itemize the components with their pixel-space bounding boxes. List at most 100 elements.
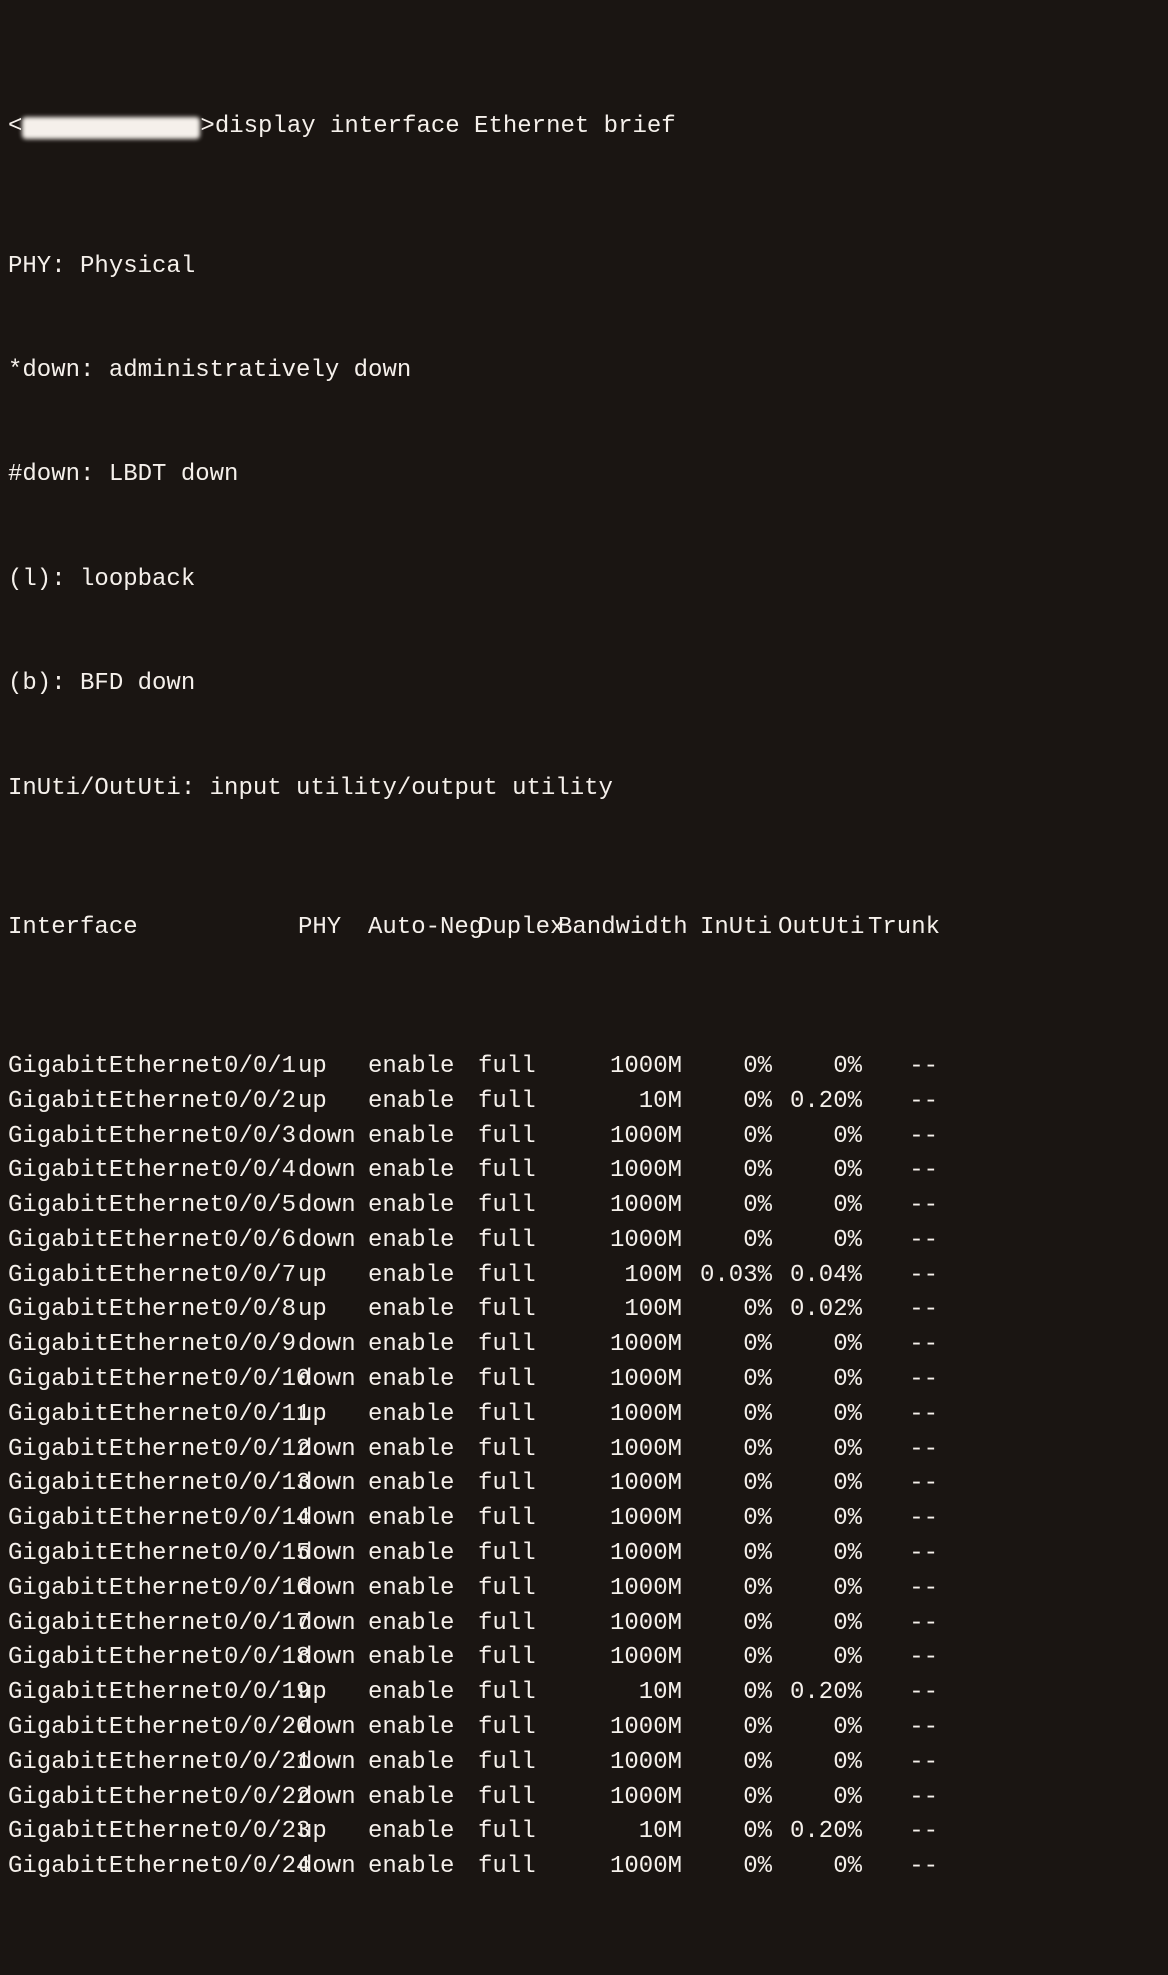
cell-bandwidth: 10M bbox=[558, 1676, 688, 1711]
cell-inuti: 0% bbox=[688, 1154, 778, 1189]
cell-phy: down bbox=[298, 1572, 368, 1607]
cell-phy: down bbox=[298, 1433, 368, 1468]
cell-interface: GigabitEthernet0/0/22 bbox=[8, 1781, 298, 1816]
cell-interface: GigabitEthernet0/0/3 bbox=[8, 1120, 298, 1155]
table-header-row: Interface PHY Auto-Neg Duplex Bandwidth … bbox=[8, 911, 1160, 946]
legend-lbdt-down: #down: LBDT down bbox=[8, 458, 1160, 493]
cell-phy: up bbox=[298, 1293, 368, 1328]
cell-phy: up bbox=[298, 1676, 368, 1711]
cell-auto-neg: enable bbox=[368, 1224, 478, 1259]
cell-duplex: full bbox=[478, 1572, 558, 1607]
cell-auto-neg: enable bbox=[368, 1328, 478, 1363]
cell-bandwidth: 1000M bbox=[558, 1398, 688, 1433]
cell-duplex: full bbox=[478, 1328, 558, 1363]
col-header-duplex: Duplex bbox=[478, 911, 558, 946]
cell-auto-neg: enable bbox=[368, 1189, 478, 1224]
cell-phy: down bbox=[298, 1120, 368, 1155]
cell-phy: up bbox=[298, 1398, 368, 1433]
cell-phy: down bbox=[298, 1502, 368, 1537]
table-row: GigabitEthernet0/0/14downenablefull1000M… bbox=[8, 1502, 1160, 1537]
cell-duplex: full bbox=[478, 1676, 558, 1711]
cell-bandwidth: 1000M bbox=[558, 1850, 688, 1885]
cell-interface: GigabitEthernet0/0/18 bbox=[8, 1641, 298, 1676]
cell-interface: GigabitEthernet0/0/9 bbox=[8, 1328, 298, 1363]
col-header-phy: PHY bbox=[298, 911, 368, 946]
legend-bfd-down: (b): BFD down bbox=[8, 667, 1160, 702]
legend-utility: InUti/OutUti: input utility/output utili… bbox=[8, 772, 1160, 807]
cell-inuti: 0% bbox=[688, 1085, 778, 1120]
cell-duplex: full bbox=[478, 1502, 558, 1537]
cell-phy: down bbox=[298, 1746, 368, 1781]
cell-duplex: full bbox=[478, 1224, 558, 1259]
cell-bandwidth: 100M bbox=[558, 1293, 688, 1328]
cell-auto-neg: enable bbox=[368, 1363, 478, 1398]
table-row: GigabitEthernet0/0/8upenablefull100M0%0.… bbox=[8, 1293, 1160, 1328]
cell-duplex: full bbox=[478, 1363, 558, 1398]
cell-trunk: -- bbox=[868, 1781, 938, 1816]
table-row: GigabitEthernet0/0/11upenablefull1000M0%… bbox=[8, 1398, 1160, 1433]
cell-phy: down bbox=[298, 1537, 368, 1572]
cell-trunk: -- bbox=[868, 1398, 938, 1433]
cell-oututi: 0% bbox=[778, 1502, 868, 1537]
cell-bandwidth: 1000M bbox=[558, 1502, 688, 1537]
cell-bandwidth: 1000M bbox=[558, 1537, 688, 1572]
legend-phy: PHY: Physical bbox=[8, 250, 1160, 285]
cell-duplex: full bbox=[478, 1850, 558, 1885]
table-row: GigabitEthernet0/0/20downenablefull1000M… bbox=[8, 1711, 1160, 1746]
cell-auto-neg: enable bbox=[368, 1746, 478, 1781]
cell-auto-neg: enable bbox=[368, 1259, 478, 1294]
cell-auto-neg: enable bbox=[368, 1815, 478, 1850]
cell-inuti: 0% bbox=[688, 1224, 778, 1259]
cell-duplex: full bbox=[478, 1259, 558, 1294]
cell-bandwidth: 1000M bbox=[558, 1050, 688, 1085]
table-row: GigabitEthernet0/0/18downenablefull1000M… bbox=[8, 1641, 1160, 1676]
cell-auto-neg: enable bbox=[368, 1120, 478, 1155]
cell-bandwidth: 1000M bbox=[558, 1572, 688, 1607]
cell-oututi: 0.20% bbox=[778, 1085, 868, 1120]
cell-bandwidth: 1000M bbox=[558, 1641, 688, 1676]
cell-duplex: full bbox=[478, 1641, 558, 1676]
cell-interface: GigabitEthernet0/0/10 bbox=[8, 1363, 298, 1398]
cell-bandwidth: 10M bbox=[558, 1815, 688, 1850]
cell-inuti: 0% bbox=[688, 1781, 778, 1816]
col-header-bandwidth: Bandwidth bbox=[558, 911, 688, 946]
cell-phy: down bbox=[298, 1224, 368, 1259]
cell-interface: GigabitEthernet0/0/5 bbox=[8, 1189, 298, 1224]
cell-auto-neg: enable bbox=[368, 1050, 478, 1085]
cell-phy: down bbox=[298, 1850, 368, 1885]
cell-bandwidth: 1000M bbox=[558, 1363, 688, 1398]
cell-interface: GigabitEthernet0/0/13 bbox=[8, 1467, 298, 1502]
cell-inuti: 0% bbox=[688, 1433, 778, 1468]
cell-trunk: -- bbox=[868, 1328, 938, 1363]
cell-oututi: 0% bbox=[778, 1328, 868, 1363]
cell-inuti: 0% bbox=[688, 1328, 778, 1363]
cell-interface: GigabitEthernet0/0/21 bbox=[8, 1746, 298, 1781]
cell-interface: GigabitEthernet0/0/16 bbox=[8, 1572, 298, 1607]
terminal-output: <>display interface Ethernet brief PHY: … bbox=[0, 0, 1168, 1975]
cell-auto-neg: enable bbox=[368, 1711, 478, 1746]
cell-duplex: full bbox=[478, 1154, 558, 1189]
cell-interface: GigabitEthernet0/0/19 bbox=[8, 1676, 298, 1711]
cell-duplex: full bbox=[478, 1746, 558, 1781]
cell-phy: up bbox=[298, 1050, 368, 1085]
cell-auto-neg: enable bbox=[368, 1085, 478, 1120]
cell-trunk: -- bbox=[868, 1293, 938, 1328]
table-body: GigabitEthernet0/0/1upenablefull1000M0%0… bbox=[8, 1050, 1160, 1885]
cell-interface: GigabitEthernet0/0/4 bbox=[8, 1154, 298, 1189]
cell-trunk: -- bbox=[868, 1363, 938, 1398]
cell-bandwidth: 1000M bbox=[558, 1154, 688, 1189]
cell-trunk: -- bbox=[868, 1537, 938, 1572]
cell-trunk: -- bbox=[868, 1467, 938, 1502]
cell-inuti: 0% bbox=[688, 1050, 778, 1085]
cell-trunk: -- bbox=[868, 1154, 938, 1189]
cell-inuti: 0% bbox=[688, 1467, 778, 1502]
cell-inuti: 0% bbox=[688, 1502, 778, 1537]
cell-oututi: 0% bbox=[778, 1746, 868, 1781]
cell-duplex: full bbox=[478, 1537, 558, 1572]
table-row: GigabitEthernet0/0/6downenablefull1000M0… bbox=[8, 1224, 1160, 1259]
cell-oututi: 0% bbox=[778, 1398, 868, 1433]
legend-admin-down: *down: administratively down bbox=[8, 354, 1160, 389]
cell-auto-neg: enable bbox=[368, 1433, 478, 1468]
cell-bandwidth: 1000M bbox=[558, 1746, 688, 1781]
cell-trunk: -- bbox=[868, 1676, 938, 1711]
